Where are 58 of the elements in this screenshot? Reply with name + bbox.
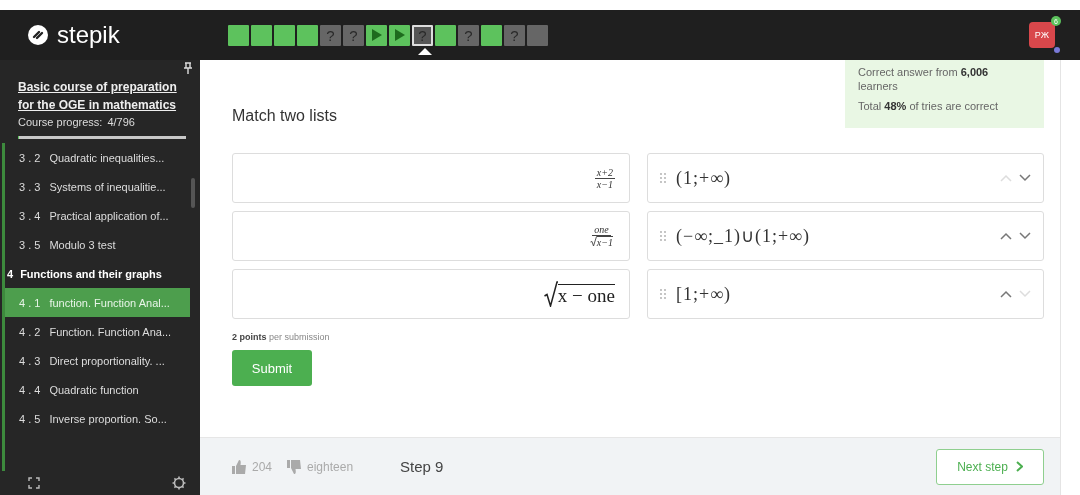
points-note: 2 points per submission (232, 332, 331, 342)
lesson-item[interactable]: 4 . 4 Quadratic function (5, 375, 190, 404)
lesson-item[interactable]: 4 . 2 Function. Function Ana... (5, 317, 190, 346)
move-up-icon[interactable] (1000, 232, 1012, 240)
progress-label: Course progress: (18, 116, 103, 128)
drag-handle-icon[interactable] (660, 173, 666, 183)
lesson-item[interactable]: 3 . 4 Practical application of... (5, 201, 190, 230)
lesson-item[interactable]: 3 . 2 Quadratic inequalities... (5, 143, 190, 172)
draggable-option[interactable]: (1;+∞) (647, 153, 1044, 203)
math-formula: x − one (543, 281, 615, 307)
stats-text: Total 48% of tries are correct (858, 99, 1000, 113)
lesson-item[interactable]: 4 Functions and their graphs (5, 259, 190, 288)
math-formula: one x−1 (587, 223, 615, 249)
math-formula: x+2 x−1 (594, 166, 615, 190)
fullscreen-icon[interactable] (28, 477, 40, 489)
drag-handle-icon[interactable] (660, 231, 666, 241)
user-avatar[interactable]: PЖ (1029, 22, 1055, 48)
dislike-count: eighteen (307, 459, 354, 474)
math-formula: [1;+∞) (676, 283, 732, 305)
step-tab[interactable] (389, 24, 410, 46)
status-dot (1054, 47, 1060, 53)
square-root-icon (589, 235, 597, 247)
scrollbar-thumb[interactable] (191, 178, 195, 208)
chevron-right-icon (1015, 461, 1023, 472)
settings-icon[interactable] (172, 476, 186, 490)
step-tab[interactable] (481, 24, 502, 46)
stats-text: Correct answer from 6,006 learners (858, 65, 990, 93)
play-icon (370, 28, 383, 42)
thumbs-up-icon[interactable] (232, 459, 247, 474)
thumbs-down-icon[interactable] (287, 459, 303, 474)
step-tab[interactable] (274, 24, 295, 46)
drag-handle-icon[interactable] (660, 289, 666, 299)
move-down-icon[interactable] (1019, 232, 1031, 240)
square-root-icon (543, 281, 558, 307)
step-number: Step 9 (400, 458, 445, 475)
lesson-item[interactable]: 3 . 3 Systems of inequalitie... (5, 172, 190, 201)
step-tab[interactable] (297, 24, 318, 46)
move-down-icon[interactable] (1019, 174, 1031, 182)
step-tab[interactable] (228, 24, 249, 46)
move-up-icon[interactable] (1000, 290, 1012, 298)
math-formula: (−∞;_1)∪(1;+∞) (676, 225, 811, 247)
step-tab[interactable] (435, 24, 456, 46)
lesson-item[interactable]: 3 . 5 Modulo 3 test (5, 230, 190, 259)
lesson-item[interactable]: 4 . 3 Direct proportionality. ... (5, 346, 190, 375)
lesson-item[interactable]: 4 . 5 Inverse proportion. So... (5, 404, 190, 433)
draggable-option[interactable]: (−∞;_1)∪(1;+∞) (647, 211, 1044, 261)
progress-count: 4/796 (107, 116, 135, 128)
task-title: Match two lists (232, 107, 337, 125)
like-count: 204 (252, 459, 273, 474)
course-title[interactable]: Basic course of preparation for the OGE in mathematics (18, 78, 190, 114)
logo-text[interactable]: stepik (57, 21, 120, 49)
logo-icon (27, 24, 49, 46)
draggable-option[interactable]: [1;+∞) (647, 269, 1044, 319)
step-tab[interactable] (251, 24, 272, 46)
math-formula: (1;+∞) (676, 167, 732, 189)
play-icon (393, 28, 406, 42)
step-tab[interactable] (366, 24, 387, 46)
pin-icon[interactable] (184, 62, 192, 74)
